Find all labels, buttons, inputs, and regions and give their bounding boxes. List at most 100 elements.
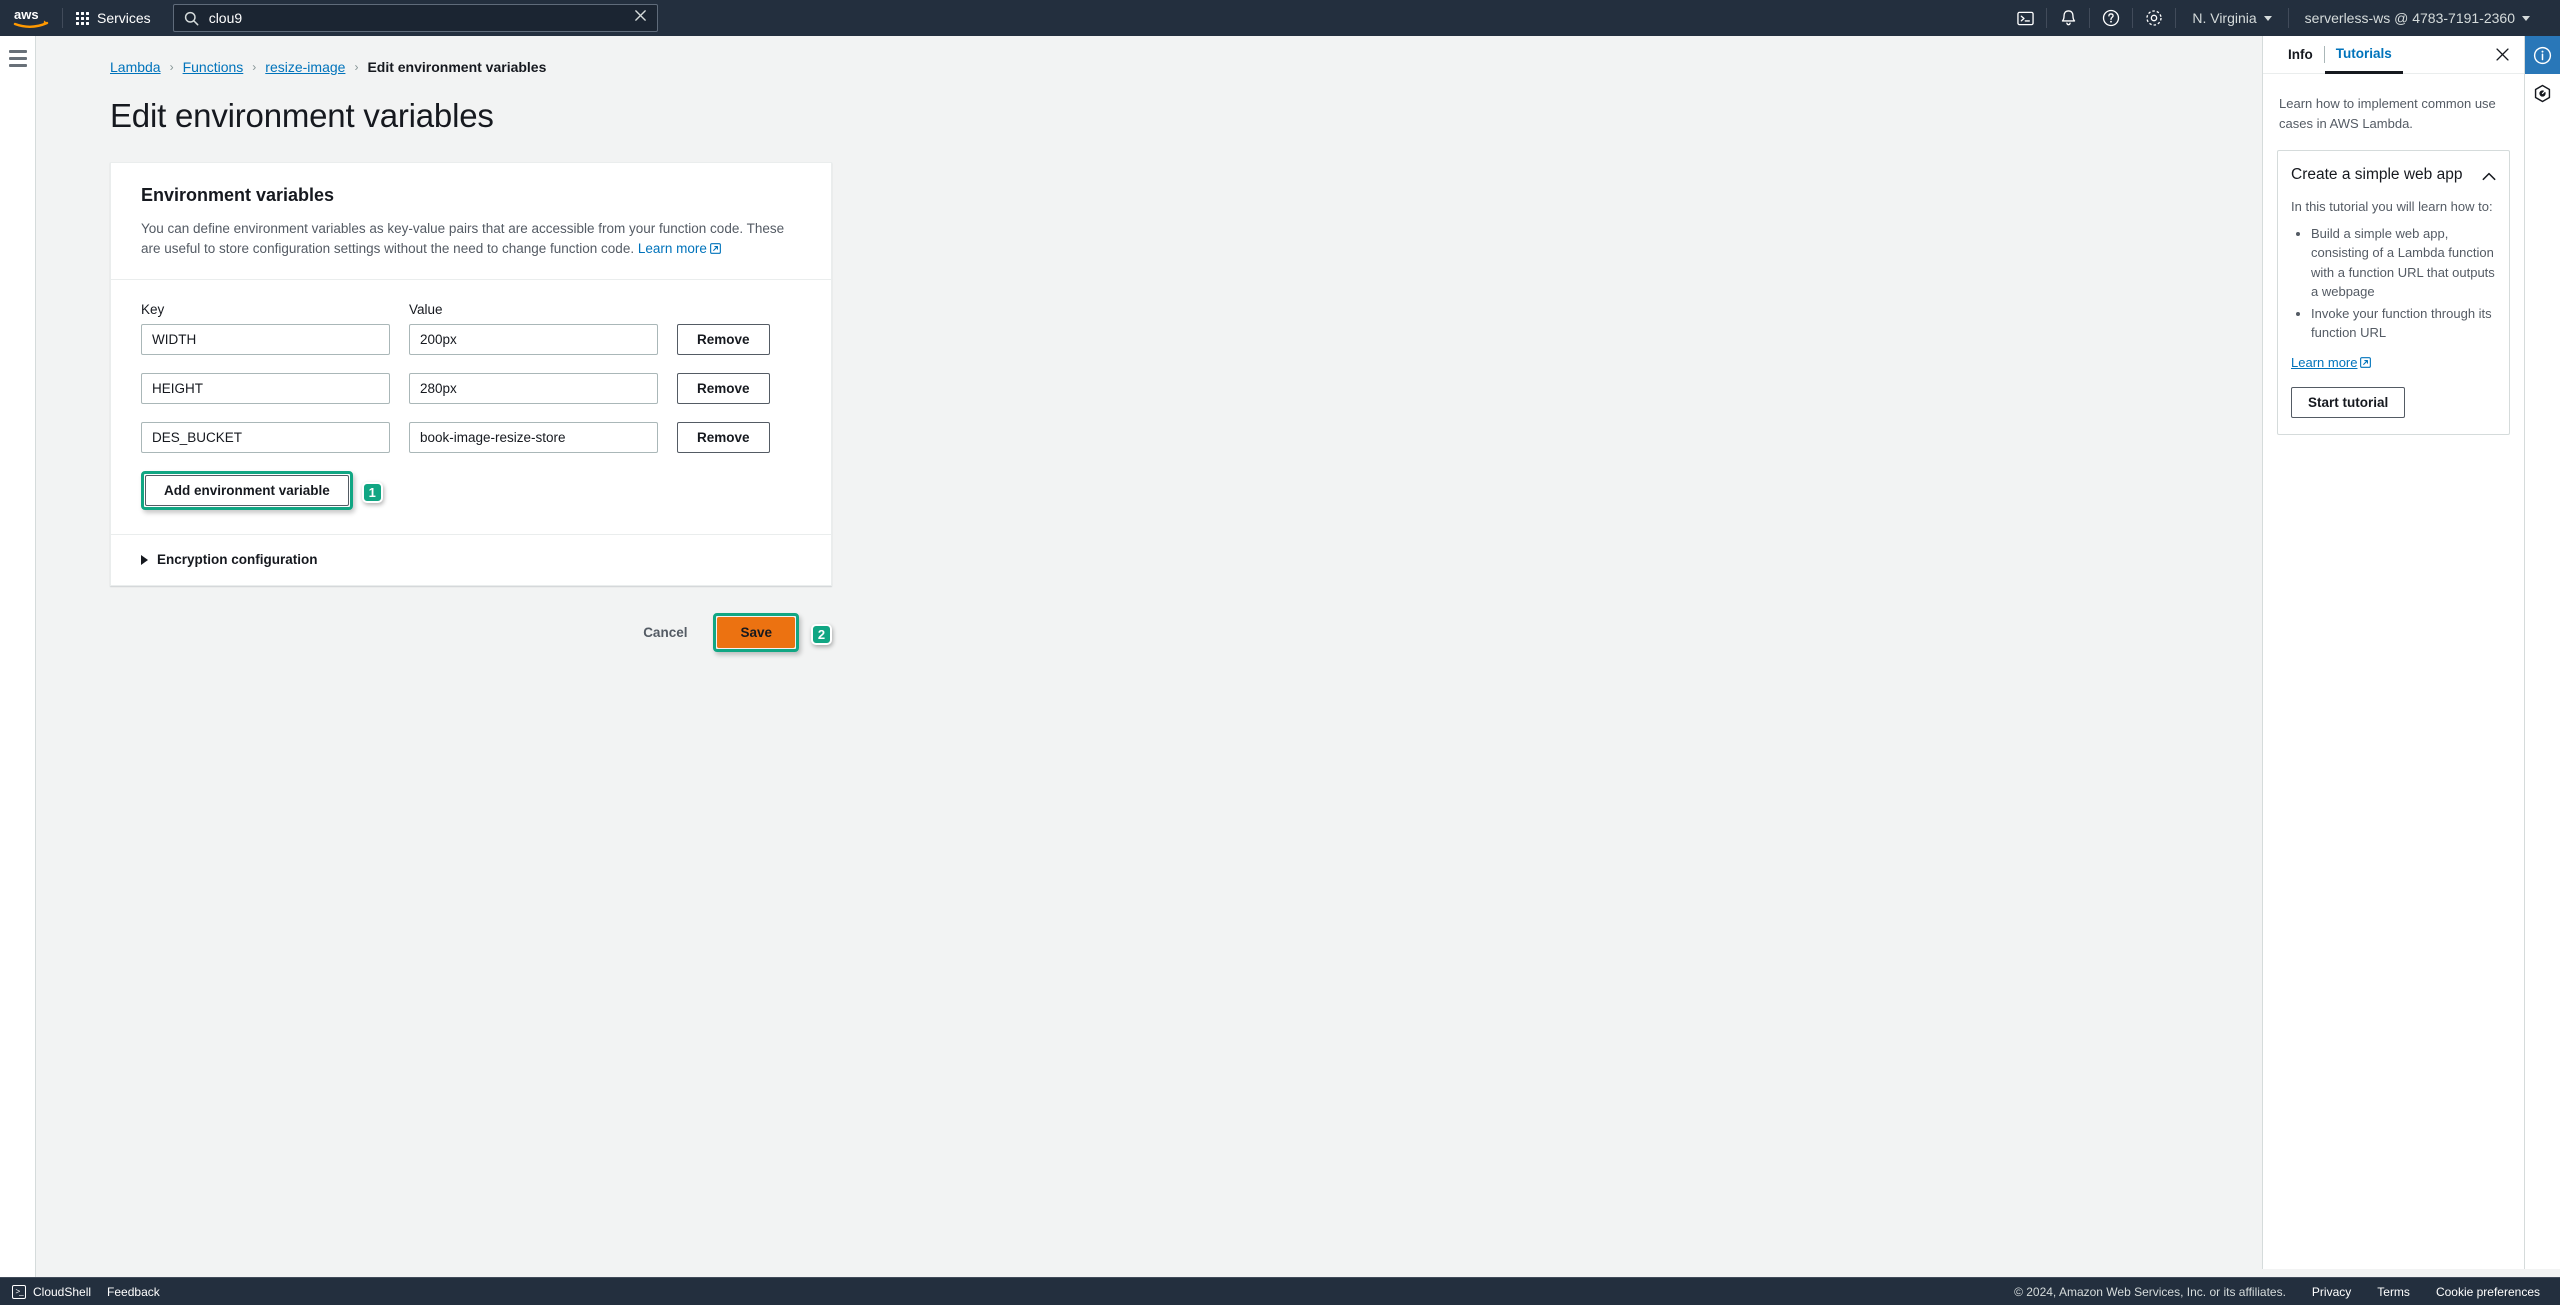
account-menu[interactable]: serverless-ws @ 4783-7191-2360 xyxy=(2289,0,2546,36)
add-variable-highlight: Add environment variable xyxy=(141,471,353,511)
key-input[interactable] xyxy=(141,422,390,454)
chevron-right-icon xyxy=(141,554,148,565)
right-icon-rail xyxy=(2524,36,2560,1269)
help-panel-intro: Learn how to implement common use cases … xyxy=(2279,96,2496,131)
copyright-text: © 2024, Amazon Web Services, Inc. or its… xyxy=(2014,1284,2286,1299)
variable-row: Remove xyxy=(141,422,801,454)
remove-button[interactable]: Remove xyxy=(677,324,770,356)
variable-row: Remove xyxy=(141,324,801,356)
breadcrumb-separator-icon: › xyxy=(169,60,174,74)
aws-console-page: aws Services clou9 N. Virginia serverles… xyxy=(0,0,2560,1305)
help-icon[interactable] xyxy=(2090,0,2132,36)
start-tutorial-button[interactable]: Start tutorial xyxy=(2291,386,2406,418)
remove-button[interactable]: Remove xyxy=(677,373,770,405)
cloudshell-icon: >_ xyxy=(12,1284,26,1299)
services-label: Services xyxy=(97,10,151,26)
services-menu-button[interactable]: Services xyxy=(63,0,164,36)
region-selector[interactable]: N. Virginia xyxy=(2176,0,2287,36)
column-header-key: Key xyxy=(141,302,165,318)
help-panel-tabs: Info Tutorials xyxy=(2263,36,2524,74)
global-search-box[interactable]: clou9 xyxy=(172,4,658,32)
column-header-value: Value xyxy=(409,302,443,318)
cloudshell-icon[interactable] xyxy=(2004,0,2046,36)
value-input[interactable] xyxy=(409,324,658,356)
footer-bar: >_ CloudShell Feedback © 2024, Amazon We… xyxy=(0,1277,2560,1305)
encryption-configuration-label: Encryption configuration xyxy=(157,552,318,568)
footer-left-group: >_ CloudShell Feedback xyxy=(0,1284,160,1299)
breadcrumb-item-resize-image[interactable]: resize-image xyxy=(265,59,345,75)
settings-icon[interactable] xyxy=(2133,0,2175,36)
grid-icon xyxy=(76,11,89,25)
main-content: Lambda › Functions › resize-image › Edit… xyxy=(37,36,2261,1277)
cloudshell-button[interactable]: >_ CloudShell xyxy=(12,1284,92,1299)
footer-right-group: © 2024, Amazon Web Services, Inc. or its… xyxy=(2014,1285,2560,1299)
top-navigation: aws Services clou9 N. Virginia serverles… xyxy=(0,0,2560,36)
tutorial-learn-more-link[interactable]: Learn more xyxy=(2291,355,2496,371)
tutorial-intro: In this tutorial you will learn how to: xyxy=(2291,199,2493,214)
notifications-icon[interactable] xyxy=(2047,0,2089,36)
breadcrumb-separator-icon: › xyxy=(354,60,359,74)
breadcrumb-separator-icon: › xyxy=(252,60,257,74)
add-variable-group: Add environment variable 1 xyxy=(141,471,801,511)
tutorials-icon[interactable] xyxy=(2525,74,2560,112)
clear-search-icon[interactable] xyxy=(634,9,647,27)
variables-list: Key Value Remove Remove Remove xyxy=(111,280,831,536)
terms-link[interactable]: Terms xyxy=(2377,1285,2410,1299)
info-icon[interactable] xyxy=(2524,36,2560,74)
chevron-up-icon[interactable] xyxy=(2482,168,2496,186)
chevron-down-icon xyxy=(2522,15,2530,21)
external-link-icon xyxy=(709,240,721,260)
encryption-configuration-toggle[interactable]: Encryption configuration xyxy=(141,552,801,567)
nav-right-group: N. Virginia serverless-ws @ 4783-7191-23… xyxy=(2004,0,2560,36)
account-label: serverless-ws @ 4783-7191-2360 xyxy=(2304,10,2515,26)
tutorial-card: Create a simple web app In this tutorial… xyxy=(2277,150,2510,435)
tutorial-header[interactable]: Create a simple web app xyxy=(2291,165,2496,186)
key-input[interactable] xyxy=(141,324,390,356)
help-panel: Info Tutorials Learn how to implement co… xyxy=(2262,36,2524,1269)
list-item: Invoke your function through its functio… xyxy=(2311,304,2496,343)
card-title: Environment variables xyxy=(141,185,335,205)
menu-toggle-icon[interactable] xyxy=(8,50,27,1305)
card-description: You can define environment variables as … xyxy=(141,219,801,259)
close-icon[interactable] xyxy=(2495,47,2510,62)
column-headers: Key Value xyxy=(141,302,801,317)
save-button[interactable]: Save xyxy=(717,617,795,649)
breadcrumb-item-lambda[interactable]: Lambda xyxy=(110,59,161,75)
breadcrumb-item-functions[interactable]: Functions xyxy=(183,59,244,75)
svg-text:aws: aws xyxy=(14,7,39,22)
key-input[interactable] xyxy=(141,373,390,405)
variable-row: Remove xyxy=(141,373,801,405)
step-badge-1: 1 xyxy=(361,482,383,504)
tutorial-title: Create a simple web app xyxy=(2291,166,2463,183)
cookie-preferences-link[interactable]: Cookie preferences xyxy=(2436,1285,2540,1299)
privacy-link[interactable]: Privacy xyxy=(2312,1285,2351,1299)
tab-info[interactable]: Info xyxy=(2277,36,2324,74)
tab-tutorials[interactable]: Tutorials xyxy=(2324,36,2403,74)
list-item: Build a simple web app, consisting of a … xyxy=(2311,224,2496,302)
page-title: Edit environment variables xyxy=(110,97,494,134)
card-footer: Encryption configuration xyxy=(111,535,831,585)
breadcrumb-item-current: Edit environment variables xyxy=(367,59,547,75)
search-icon xyxy=(184,11,199,25)
learn-more-link[interactable]: Learn more xyxy=(638,241,721,256)
card-header: Environment variables You can define env… xyxy=(111,163,831,281)
aws-logo[interactable]: aws xyxy=(0,0,62,36)
breadcrumb: Lambda › Functions › resize-image › Edit… xyxy=(37,36,2261,75)
cancel-button[interactable]: Cancel xyxy=(629,617,701,648)
value-input[interactable] xyxy=(409,373,658,405)
region-label: N. Virginia xyxy=(2192,10,2257,26)
tutorial-learn-more-label: Learn more xyxy=(2291,354,2358,370)
environment-variables-card: Environment variables You can define env… xyxy=(110,162,832,587)
feedback-button[interactable]: Feedback xyxy=(107,1285,160,1299)
value-input[interactable] xyxy=(409,422,658,454)
remove-button[interactable]: Remove xyxy=(677,422,770,454)
cloudshell-label: CloudShell xyxy=(33,1284,92,1299)
add-environment-variable-button[interactable]: Add environment variable xyxy=(145,475,349,507)
left-navigation-rail xyxy=(0,36,36,1305)
search-input[interactable]: clou9 xyxy=(209,11,624,25)
learn-more-label: Learn more xyxy=(637,240,707,256)
feedback-label: Feedback xyxy=(107,1284,160,1299)
save-highlight: Save xyxy=(713,613,799,653)
tutorial-bullet-list: Build a simple web app, consisting of a … xyxy=(2311,224,2496,343)
chevron-down-icon xyxy=(2263,15,2272,21)
